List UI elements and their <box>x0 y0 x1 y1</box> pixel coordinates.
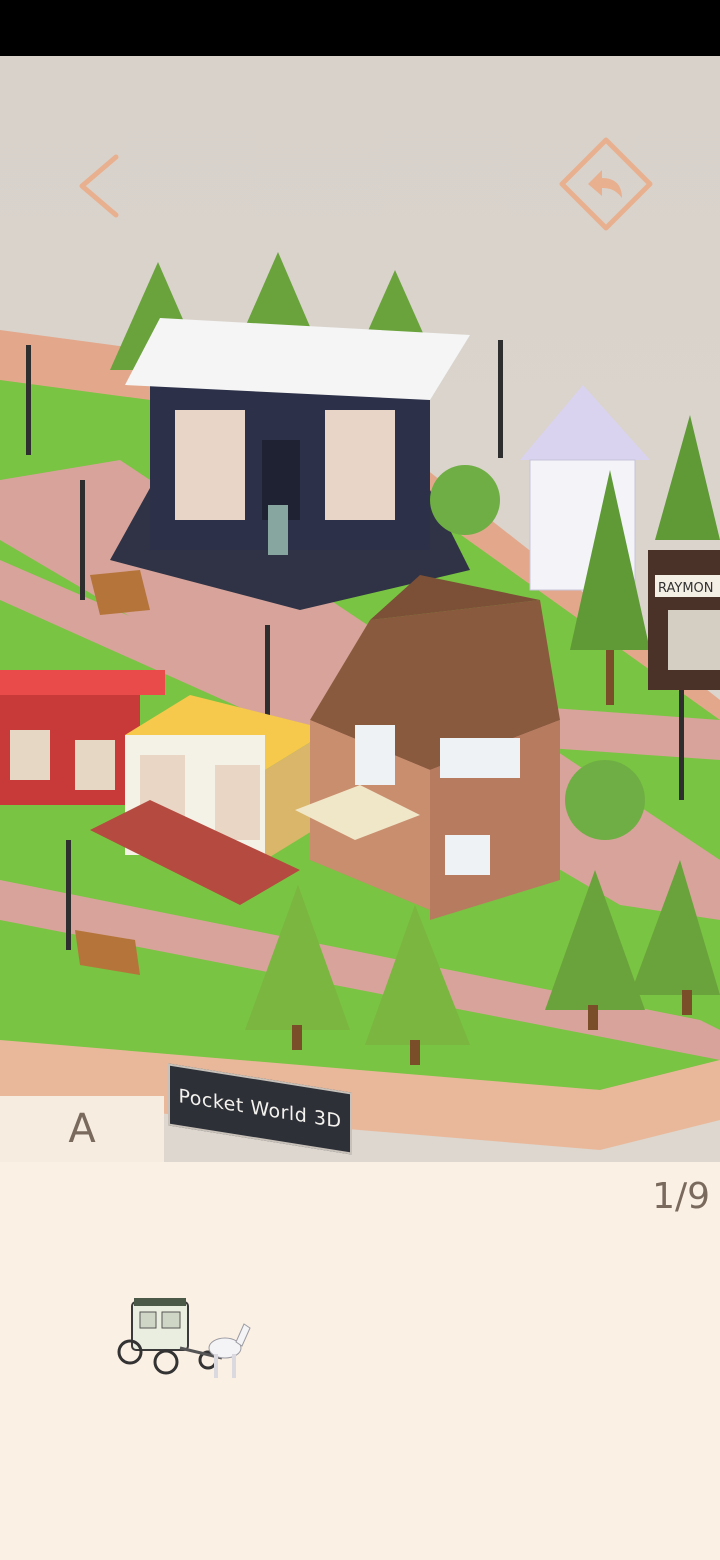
found-counter: 1/9 <box>652 1176 710 1217</box>
status-bar <box>0 0 720 56</box>
undo-button[interactable] <box>558 136 654 232</box>
sign-text: Pocket World 3D <box>178 1085 342 1133</box>
back-button[interactable] <box>70 151 130 221</box>
item-panel: 1/9 <box>0 1162 720 1560</box>
store-sign: RAYMON <box>658 581 714 596</box>
tab-a[interactable]: A <box>0 1096 164 1162</box>
horse-carriage-icon <box>117 1298 251 1378</box>
item-slot-carriage[interactable] <box>110 1290 260 1390</box>
chevron-left-icon <box>79 154 119 218</box>
game-scene[interactable]: RAYMON A Pocket World 3D <box>0 56 720 1162</box>
undo-diamond-icon <box>559 137 653 231</box>
tab-a-label: A <box>68 1106 96 1152</box>
